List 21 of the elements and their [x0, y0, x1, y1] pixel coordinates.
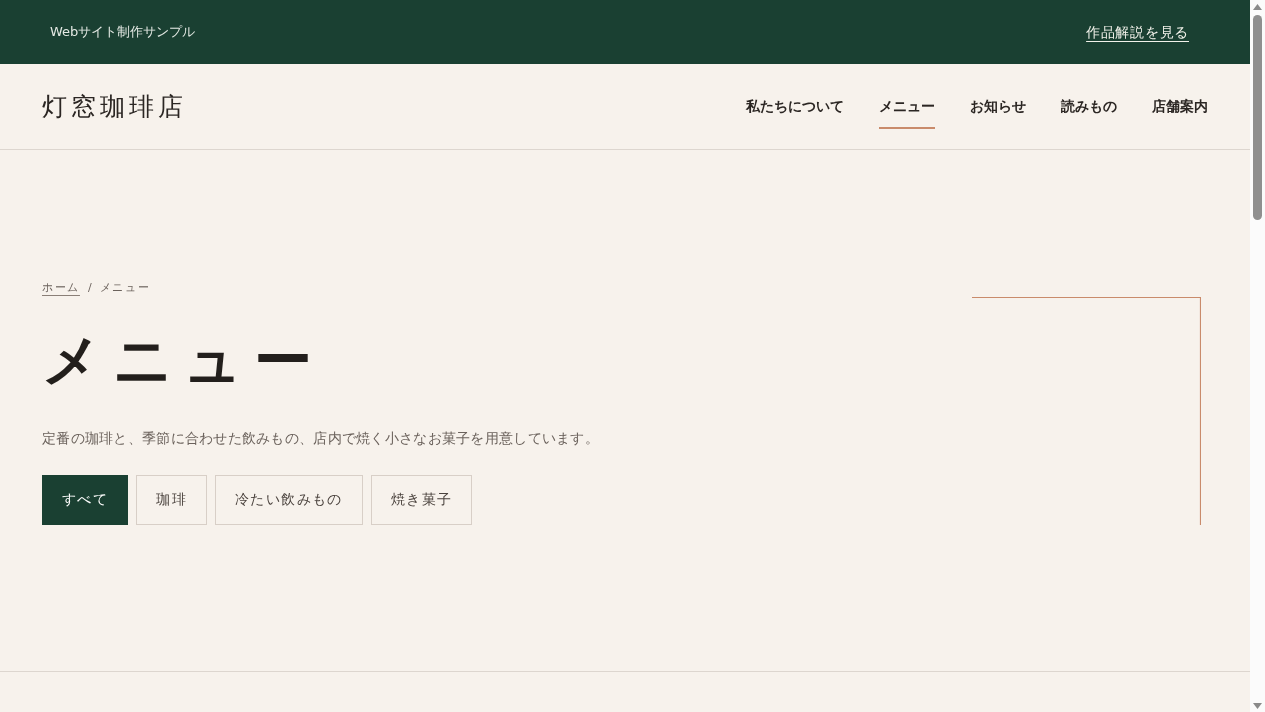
breadcrumb-separator: /	[87, 280, 92, 296]
nav-link[interactable]: 読みもの	[1061, 84, 1117, 129]
nav-link[interactable]: メニュー	[879, 84, 935, 129]
filter-button[interactable]: 冷たい飲みもの	[215, 474, 363, 525]
scrollbar-thumb[interactable]	[1253, 15, 1262, 220]
filter-button[interactable]: すべて	[42, 474, 129, 525]
breadcrumb-link[interactable]: ホーム	[42, 280, 80, 297]
scroll-up-arrow-icon[interactable]	[1253, 4, 1262, 10]
nav-link[interactable]: 私たちについて	[746, 84, 844, 129]
site-logo[interactable]: 灯窓珈琲店	[42, 87, 187, 126]
explanation-link[interactable]: 作品解説を見る	[1086, 21, 1189, 43]
filter-button[interactable]: 焼き菓子	[370, 474, 473, 525]
scrollbar[interactable]	[1250, 0, 1265, 712]
page-title: メニュー	[42, 324, 324, 395]
nav-link[interactable]: 店舗案内	[1152, 84, 1208, 129]
breadcrumb-current: メニュー	[99, 280, 151, 296]
scroll-down-arrow-icon[interactable]	[1253, 703, 1262, 709]
filter-button[interactable]: 珈琲	[136, 474, 207, 525]
page-description: 定番の珈琲と、季節に合わせた飲みもの、店内で焼く小さなお菓子を用意しています。	[42, 428, 599, 448]
site-label: Webサイト制作サンプル	[50, 23, 196, 42]
nav-link[interactable]: お知らせ	[970, 84, 1026, 129]
